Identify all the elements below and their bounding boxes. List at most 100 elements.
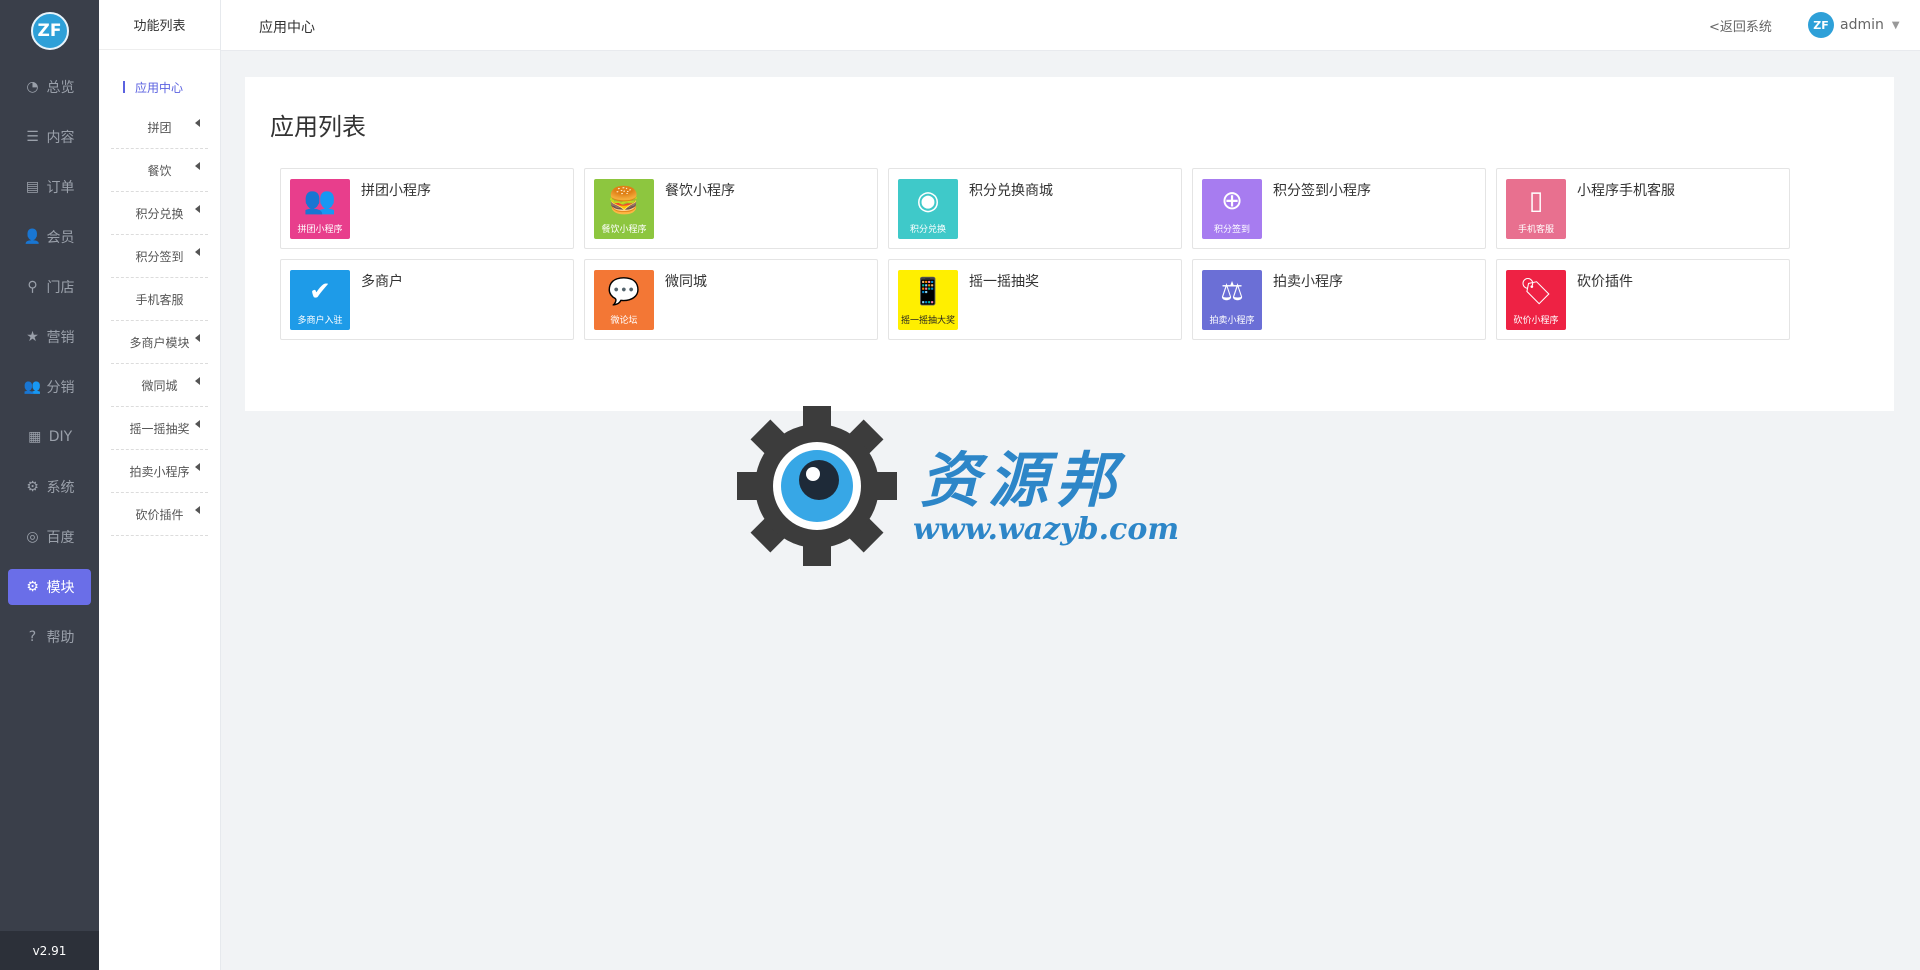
sidebar-item-9[interactable]: ◎ 百度	[0, 512, 99, 562]
app-card[interactable]: 📱 摇一摇抽大奖 摇一摇抽奖	[888, 259, 1182, 340]
submenu-item-2[interactable]: 餐饮	[111, 149, 208, 192]
sidebar-item-7[interactable]: ▦ DIY	[0, 412, 99, 462]
watermark-url: www.wazyb.com	[913, 512, 1180, 547]
submenu-item-5[interactable]: 手机客服	[111, 278, 208, 321]
burger-icon: 🍔 餐饮小程序	[594, 179, 654, 239]
sidebar-item-label: 会员	[46, 230, 75, 246]
sidebar-item-5[interactable]: ★ 营销	[0, 312, 99, 362]
submenu-item-label: 积分兑换	[135, 206, 184, 221]
app-logo[interactable]: ZF	[0, 0, 99, 62]
app-glyph: 👥	[303, 185, 337, 216]
layout-icon: ▦	[28, 429, 42, 445]
sidebar-item-0[interactable]: ◔ 总览	[0, 62, 99, 112]
gear-icon: ⚙	[26, 579, 39, 595]
submenu-item-label: 砍价插件	[135, 507, 184, 522]
back-to-system-link[interactable]: <返回系统	[1709, 16, 1772, 35]
star-icon: ★	[26, 329, 39, 345]
app-glyph: ⊕	[1221, 185, 1243, 216]
submenu-item-7[interactable]: 微同城	[111, 364, 208, 407]
sidebar-item-label: 营销	[46, 330, 75, 346]
caret-left-icon	[195, 205, 200, 213]
submenu-item-label: 手机客服	[135, 292, 184, 307]
submenu-item-4[interactable]: 积分签到	[111, 235, 208, 278]
app-card[interactable]: ⊕ 积分签到 积分签到小程序	[1192, 168, 1486, 249]
chevron-down-icon: ▼	[1891, 19, 1900, 31]
submenu-item-9[interactable]: 拍卖小程序	[111, 450, 208, 493]
logo-icon: ZF	[30, 12, 69, 50]
submenu-list: 应用中心拼团餐饮积分兑换积分签到手机客服多商户模块微同城摇一摇抽奖 拍卖小程序砍价…	[99, 50, 220, 536]
sidebar-item-11[interactable]: ? 帮助	[0, 612, 99, 662]
document-icon: ▤	[25, 179, 40, 195]
chat-bubbles-icon: 💬 微论坛	[594, 270, 654, 330]
submenu-item-label: 微同城	[141, 378, 178, 393]
app-icon-caption: 微论坛	[610, 315, 638, 326]
app-icon-caption: 砍价小程序	[1513, 315, 1559, 326]
gear-eye-logo-icon	[737, 406, 897, 566]
gavel-icon: ⚖ 拍卖小程序	[1202, 270, 1262, 330]
submenu-item-label: 应用中心	[135, 80, 184, 95]
submenu-item-3[interactable]: 积分兑换	[111, 192, 208, 235]
shake-phone-icon: 📱 摇一摇抽大奖	[898, 270, 958, 330]
submenu-item-label: 餐饮	[147, 163, 172, 178]
app-name: 小程序手机客服	[1577, 183, 1675, 199]
sidebar-item-2[interactable]: ▤ 订单	[0, 162, 99, 212]
function-submenu: 功能列表 应用中心 拼团 餐饮 积分兑换 积分签到 手机客服 多商户模块 微同城 摇一摇抽奖 拍卖…	[99, 0, 221, 970]
user-shield-icon: ✔ 多商户入驻	[290, 270, 350, 330]
pie-chart-icon: ◔	[26, 79, 39, 95]
app-icon-caption: 手机客服	[1517, 224, 1554, 235]
sidebar-item-3[interactable]: 👤 会员	[0, 212, 99, 262]
sidebar-item-4[interactable]: ⚲ 门店	[0, 262, 99, 312]
sidebar-item-label: DIY	[48, 429, 73, 445]
app-glyph: ⚖	[1220, 276, 1244, 307]
user-menu[interactable]: ZF admin ▼	[1808, 12, 1900, 38]
caret-left-icon	[195, 420, 200, 428]
app-icon-caption: 积分签到	[1213, 224, 1250, 235]
sidebar-item-6[interactable]: 👥 分销	[0, 362, 99, 412]
app-glyph: 🏷	[1519, 276, 1553, 307]
group-icon: 👥 拼团小程序	[290, 179, 350, 239]
app-name: 积分签到小程序	[1273, 183, 1371, 199]
app-card[interactable]: ✔ 多商户入驻 多商户	[280, 259, 574, 340]
app-grid: 👥 拼团小程序 拼团小程序 🍔 餐饮小程序 餐饮小程序 ◉ 积分兑换 积分兑换商城 ⊕ 积分签到 积分…	[280, 168, 1793, 340]
app-glyph: ◉	[916, 185, 940, 216]
app-card[interactable]: 👥 拼团小程序 拼团小程序	[280, 168, 574, 249]
user-icon: 👤	[23, 229, 42, 245]
submenu-item-6[interactable]: 多商户模块	[111, 321, 208, 364]
main-sidebar: ZF ◔ 总览 ☰ 内容 ▤ 订单 👤 会员 ⚲ 门店 ★ 营销 👥 分销 ▦ DIY ⚙ 系统 ◎ 百度 ⚙ 模块? 帮助…	[0, 0, 99, 970]
submenu-item-label: 积分签到	[135, 249, 184, 264]
app-card[interactable]: 🏷 砍价小程序 砍价插件	[1496, 259, 1790, 340]
phone-chat-icon: ▯ 手机客服	[1506, 179, 1566, 239]
app-icon-caption: 餐饮小程序	[601, 224, 647, 235]
app-glyph: 💬	[607, 276, 641, 307]
submenu-item-8[interactable]: 摇一摇抽奖	[111, 407, 208, 450]
app-card[interactable]: 🍔 餐饮小程序 餐饮小程序	[584, 168, 878, 249]
app-icon-caption: 拼团小程序	[297, 224, 343, 235]
app-name: 拼团小程序	[361, 183, 431, 199]
sidebar-item-label: 总览	[46, 80, 75, 96]
map-pin-icon: ⚲	[27, 279, 38, 295]
watermark-title: 资源邦	[920, 446, 1124, 516]
app-name: 微同城	[665, 274, 707, 290]
avatar: ZF	[1808, 12, 1834, 38]
app-icon-caption: 积分兑换	[909, 224, 946, 235]
sidebar-item-8[interactable]: ⚙ 系统	[0, 462, 99, 512]
sidebar-item-10[interactable]: ⚙ 模块	[8, 569, 91, 605]
tag-icon: 🏷 砍价小程序	[1506, 270, 1566, 330]
caret-left-icon	[195, 377, 200, 385]
sidebar-item-label: 门店	[46, 280, 75, 296]
sidebar-item-label: 帮助	[46, 630, 75, 646]
submenu-item-10[interactable]: 砍价插件	[111, 493, 208, 536]
sidebar-item-label: 百度	[46, 530, 75, 546]
app-name: 拍卖小程序	[1273, 274, 1343, 290]
app-card[interactable]: 💬 微论坛 微同城	[584, 259, 878, 340]
sidebar-item-label: 模块	[46, 580, 75, 596]
caret-left-icon	[195, 162, 200, 170]
version-label: v2.91	[0, 931, 99, 970]
app-card[interactable]: ⚖ 拍卖小程序 拍卖小程序	[1192, 259, 1486, 340]
submenu-item-1[interactable]: 拼团	[111, 106, 208, 149]
submenu-item-0[interactable]: 应用中心	[111, 68, 208, 106]
sidebar-item-label: 内容	[46, 130, 75, 146]
app-card[interactable]: ◉ 积分兑换 积分兑换商城	[888, 168, 1182, 249]
app-card[interactable]: ▯ 手机客服 小程序手机客服	[1496, 168, 1790, 249]
sidebar-item-1[interactable]: ☰ 内容	[0, 112, 99, 162]
